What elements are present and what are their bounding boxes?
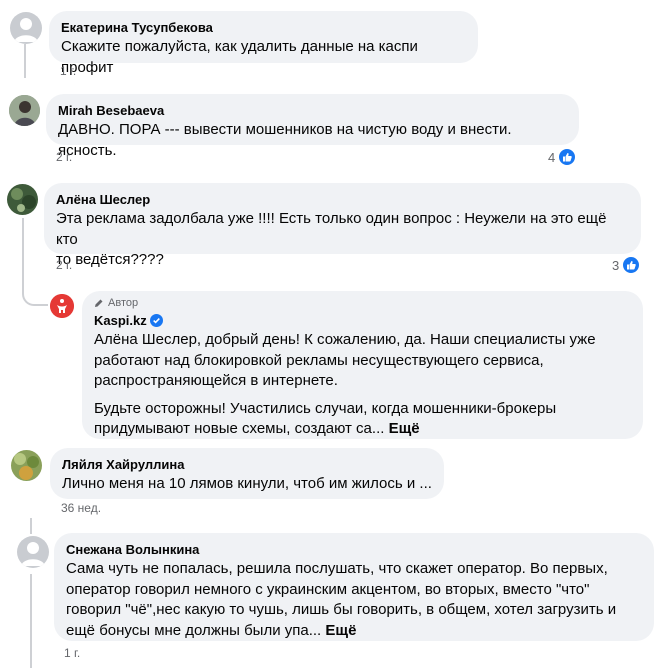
comment-author[interactable]: Снежана Волынкина	[66, 541, 642, 558]
kaspi-logo[interactable]	[50, 294, 74, 318]
comment-author[interactable]: Екатерина Тусупбекова	[61, 19, 466, 36]
comment-time[interactable]: 1 г.	[60, 64, 76, 78]
comment-text-line: Будьте осторожны! Участились случаи, ког…	[94, 399, 557, 417]
comment-bubble: Mirah Besebaeva ДАВНО. ПОРА --- вывести …	[46, 94, 579, 159]
reaction-count[interactable]: 3	[612, 256, 641, 274]
verified-badge-icon	[149, 314, 163, 327]
comment-time[interactable]: 36 нед.	[61, 501, 101, 515]
comment-text: Эта реклама задолбала уже !!!! Есть толь…	[56, 209, 629, 271]
author-badge: Автор	[94, 296, 631, 310]
user-photo	[7, 184, 38, 215]
thread-line	[22, 218, 24, 288]
comment-text: Скажите пожалуйста, как удалить данные н…	[61, 38, 418, 76]
comment-time[interactable]: 1 г.	[64, 646, 80, 660]
comment-text-line: работают над блокировкой рекламы несущес…	[94, 351, 544, 369]
reply-author-name: Kaspi.kz	[94, 313, 147, 328]
comment-text-line: Алёна Шеслер, добрый день! К сожалению, …	[94, 331, 596, 348]
comment-time[interactable]: 2 г.	[56, 150, 72, 164]
like-icon	[622, 256, 641, 274]
comment-bubble: Екатерина Тусупбекова Скажите пожалуйста…	[49, 11, 478, 76]
comment-bubble: Алёна Шеслер Эта реклама задолбала уже !…	[44, 183, 641, 268]
see-more-link[interactable]: Ещё	[325, 622, 356, 639]
avatar[interactable]	[7, 184, 38, 215]
comment-text-fragment: ещё бонусы мне должны были упа...	[66, 621, 322, 639]
comment-text-line: придумывают новые схемы, создают са... Е…	[94, 419, 631, 440]
comment-text-line: распространяющейся в интернете.	[94, 372, 338, 389]
user-photo	[9, 95, 40, 126]
comment-author[interactable]: Kaspi.kz	[94, 312, 631, 329]
thread-connector	[22, 280, 48, 306]
like-icon	[558, 148, 577, 166]
comment-author[interactable]: Mirah Besebaeva	[58, 102, 567, 119]
avatar[interactable]	[10, 12, 42, 44]
comment-text-line: то ведётся????	[56, 251, 164, 268]
comment-text: Алёна Шеслер, добрый день! К сожалению, …	[94, 330, 631, 440]
comment-text-line: ещё бонусы мне должны были упа... Ещё	[66, 621, 642, 642]
comment-author[interactable]: Алёна Шеслер	[56, 191, 629, 208]
reaction-count-value: 3	[612, 257, 620, 273]
comment-text-line: Сама чуть не попалась, решила послушать,…	[66, 560, 608, 577]
comment-text: ДАВНО. ПОРА --- вывести мошенников на чи…	[58, 121, 512, 159]
default-user-icon	[14, 18, 38, 42]
comment-time[interactable]: 2 г.	[56, 258, 72, 272]
author-badge-label: Автор	[108, 297, 139, 309]
comment-bubble: Ляйля Хайруллина Лично меня на 10 лямов …	[50, 448, 444, 499]
pencil-icon	[95, 299, 103, 307]
comment-text-line: говорил "чё",нес какую то чушь, лишь бы …	[66, 601, 617, 618]
avatar[interactable]	[9, 95, 40, 126]
reply-bubble: Автор Kaspi.kz Алёна Шеслер, добрый день…	[82, 291, 643, 439]
avatar[interactable]	[11, 450, 42, 481]
thread-line	[30, 518, 32, 534]
kaspi-logo-icon	[50, 294, 74, 318]
thread-line	[30, 574, 32, 668]
user-photo	[11, 450, 42, 481]
comment-text: Лично меня на 10 лямов кинули, чтоб им ж…	[62, 475, 432, 492]
comment-text: Сама чуть не попалась, решила послушать,…	[66, 559, 642, 641]
comment-text-line: Эта реклама задолбала уже !!!! Есть толь…	[56, 210, 607, 248]
comment-text-line: оператор говорил немного с украинским ак…	[66, 580, 590, 598]
avatar[interactable]	[17, 536, 49, 568]
comment-author[interactable]: Ляйля Хайруллина	[62, 456, 432, 473]
thread-line	[24, 44, 26, 78]
comment-text-fragment: придумывают новые схемы, создают са...	[94, 420, 385, 437]
reaction-count-value: 4	[548, 149, 556, 165]
comment-bubble: Снежана Волынкина Сама чуть не попалась,…	[54, 533, 654, 641]
reaction-count[interactable]: 4	[548, 148, 577, 166]
see-more-link[interactable]: Ещё	[389, 420, 420, 437]
default-user-icon	[21, 542, 45, 566]
